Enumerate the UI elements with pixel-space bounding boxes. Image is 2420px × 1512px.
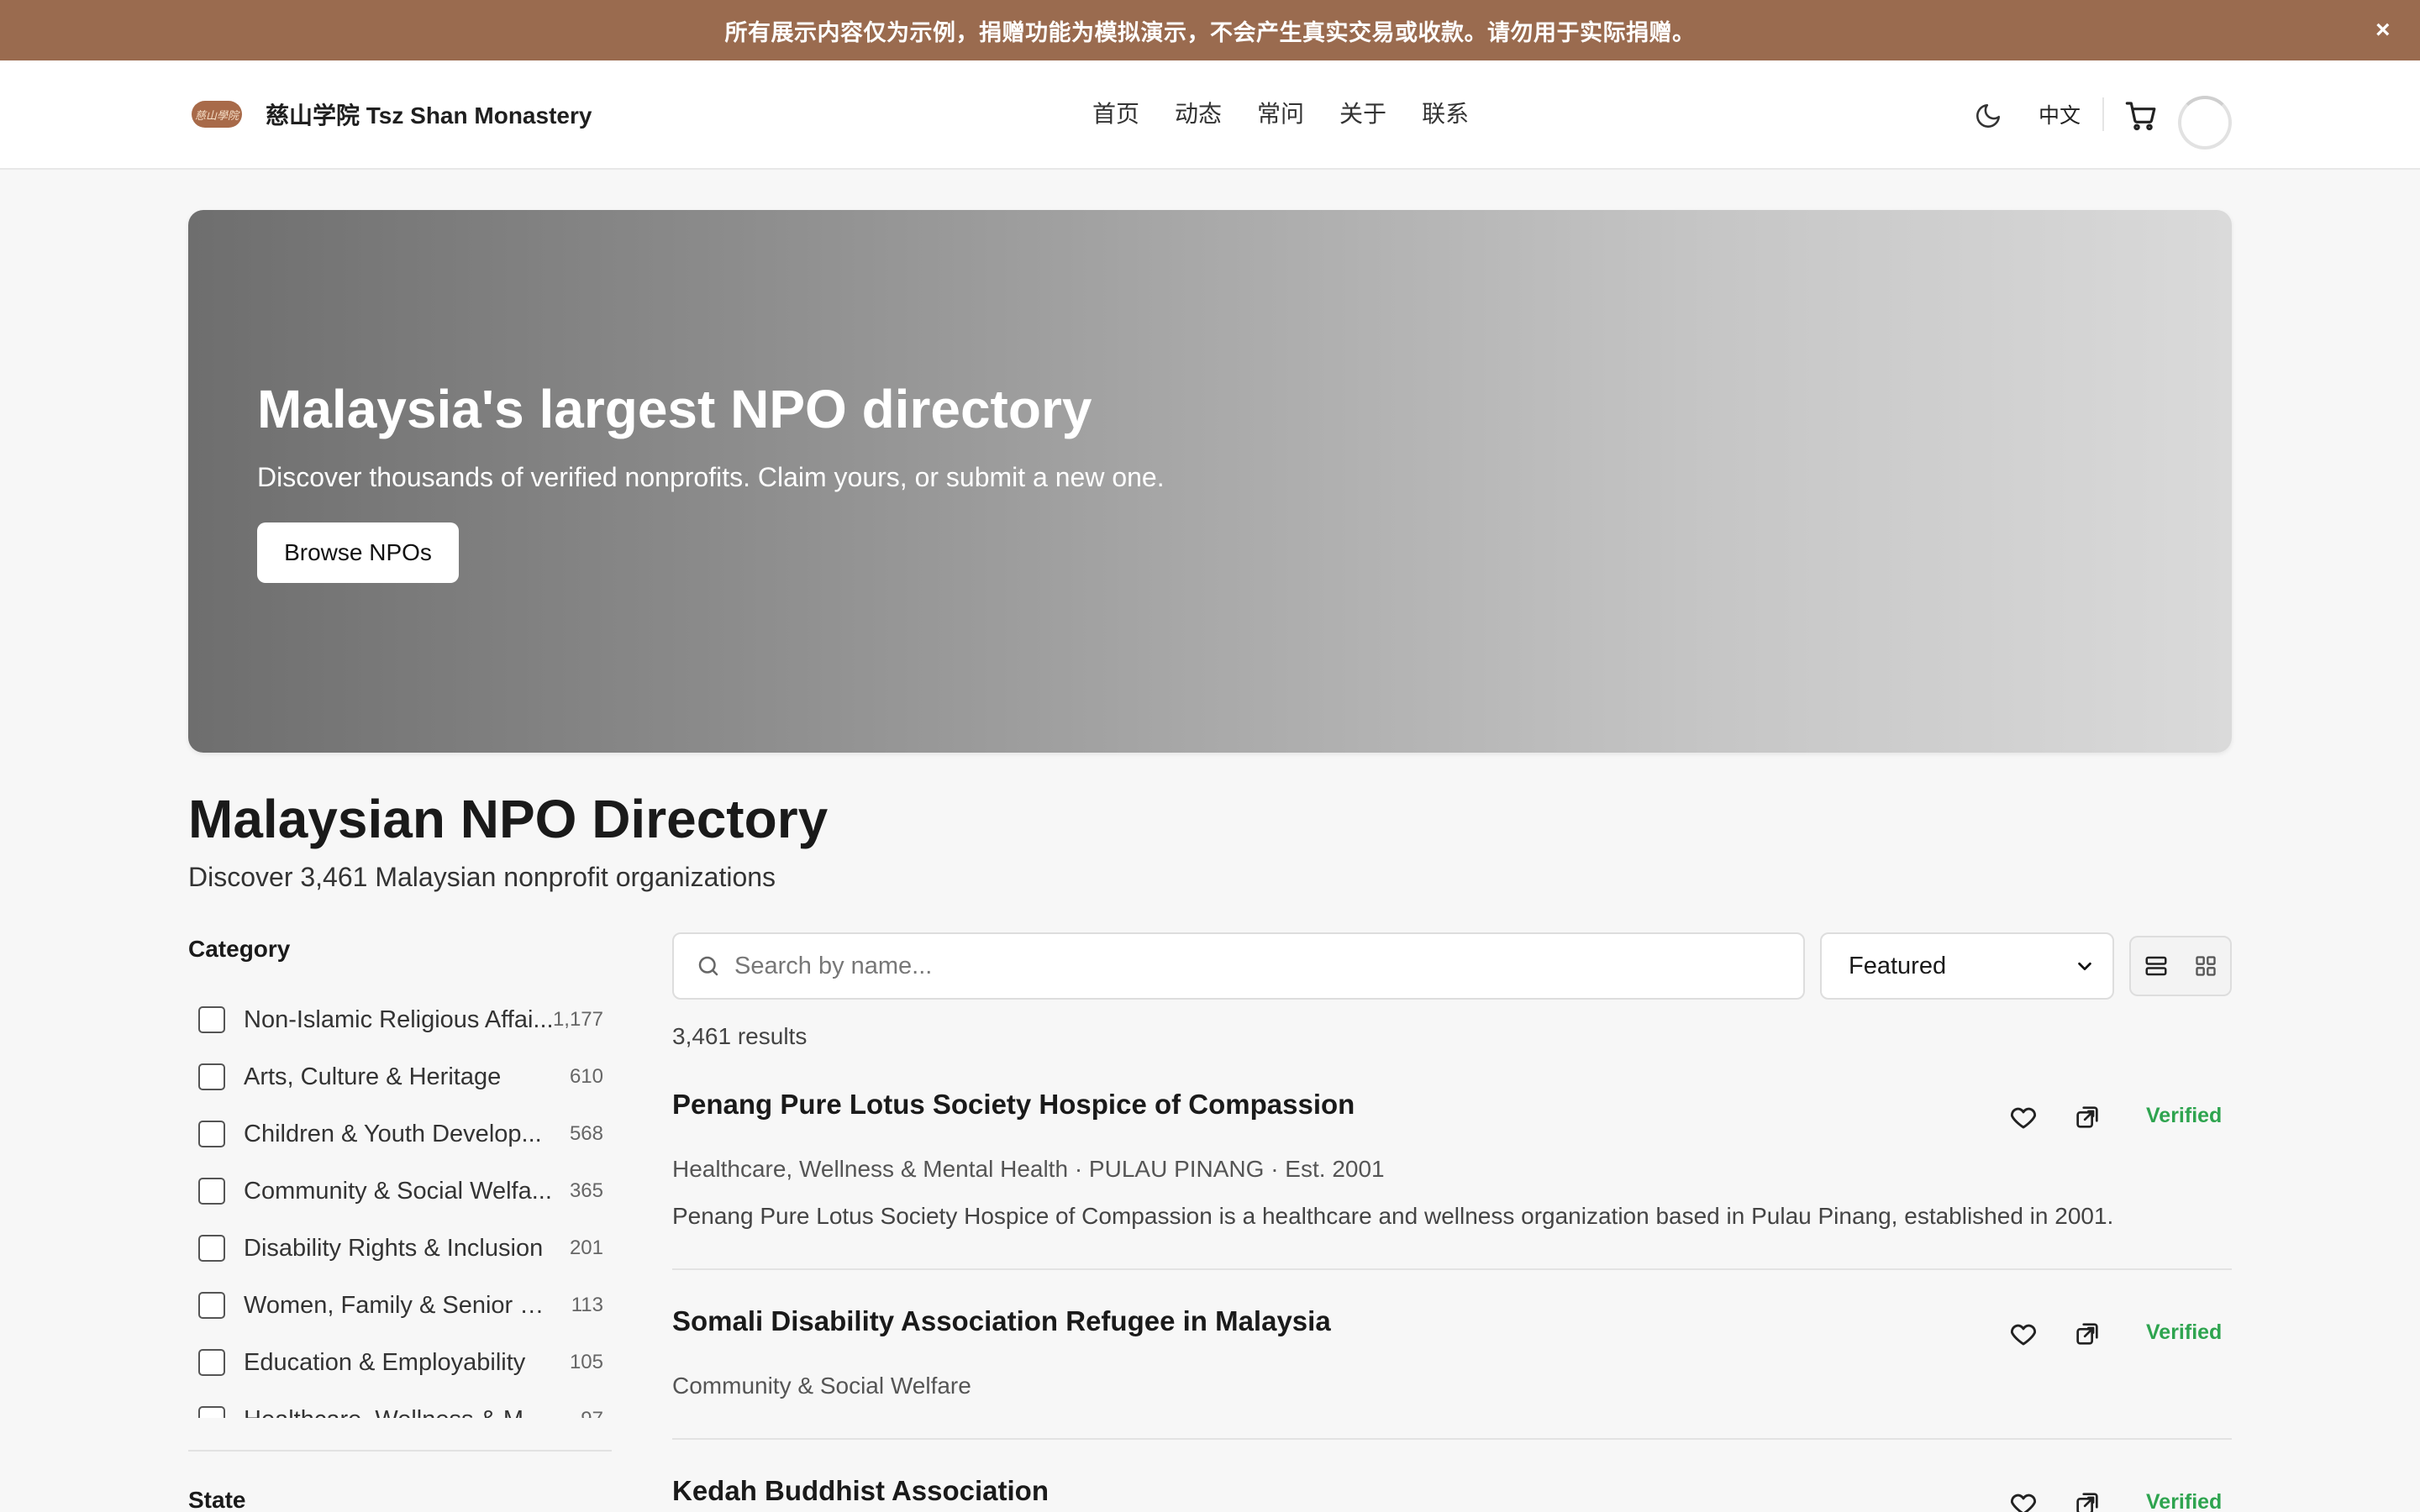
category-label: Healthcare, Wellness & Men...: [244, 1406, 555, 1419]
npo-listing: Somali Disability Association Refugee in…: [672, 1305, 2232, 1415]
category-item[interactable]: Non-Islamic Religious Affai... 1,177: [188, 991, 612, 1048]
category-filter-title: Category: [188, 936, 291, 962]
listing-divider: [672, 1438, 2232, 1440]
heart-icon[interactable]: [2005, 1485, 2042, 1512]
category-checkbox[interactable]: [198, 1006, 225, 1033]
nav-item-news[interactable]: 动态: [1175, 96, 1222, 129]
category-item[interactable]: Healthcare, Wellness & Men... 97: [188, 1391, 612, 1418]
banner-text: 所有展示内容仅为示例，捐赠功能为模拟演示，不会产生真实交易或收款。请勿用于实际捐…: [724, 19, 1696, 45]
chevron-down-icon: [2078, 962, 2091, 971]
hero-subtitle: Discover thousands of verified nonprofit…: [257, 462, 1165, 492]
list-view-icon[interactable]: [2139, 949, 2173, 983]
sidebar-divider: [188, 1450, 612, 1452]
npo-meta: Community & Social Welfare: [672, 1373, 971, 1399]
main-nav: 首页 动态 常问 关于 联系: [1092, 96, 1469, 129]
verified-badge: Verified: [2146, 1104, 2223, 1127]
npo-name[interactable]: Penang Pure Lotus Society Hospice of Com…: [672, 1089, 1355, 1121]
verified-badge: Verified: [2146, 1320, 2223, 1344]
logo[interactable]: 慈山學院: [192, 101, 242, 128]
nav-item-faq[interactable]: 常问: [1257, 96, 1304, 129]
cart-icon[interactable]: [2123, 97, 2160, 134]
sort-select[interactable]: Featured: [1820, 932, 2114, 1000]
npo-name[interactable]: Somali Disability Association Refugee in…: [672, 1305, 1331, 1337]
category-checkbox[interactable]: [198, 1406, 225, 1418]
category-count: 113: [571, 1294, 603, 1316]
page-subtitle: Discover 3,461 Malaysian nonprofit organ…: [188, 862, 776, 892]
npo-meta: Healthcare, Wellness & Mental Health · P…: [672, 1156, 1385, 1182]
grid-view-icon[interactable]: [2189, 949, 2223, 983]
category-checkbox[interactable]: [198, 1235, 225, 1262]
category-checkbox[interactable]: [198, 1349, 225, 1376]
close-icon[interactable]: ×: [2368, 15, 2398, 45]
category-label: Women, Family & Senior Cit...: [244, 1291, 555, 1319]
heart-icon[interactable]: [2005, 1099, 2042, 1136]
brand-name[interactable]: 慈山学院 Tsz Shan Monastery: [266, 97, 592, 131]
search-input[interactable]: [734, 952, 1743, 980]
category-item[interactable]: Disability Rights & Inclusion 201: [188, 1220, 612, 1277]
category-item[interactable]: Women, Family & Senior Cit... 113: [188, 1277, 612, 1334]
language-switcher[interactable]: 中文: [2039, 99, 2081, 129]
category-checkbox[interactable]: [198, 1063, 225, 1090]
category-label: Children & Youth Develop...: [244, 1120, 542, 1147]
state-filter-title: State: [188, 1487, 246, 1512]
category-filter-list[interactable]: Non-Islamic Religious Affai... 1,177 Art…: [188, 991, 612, 1418]
category-label: Arts, Culture & Heritage: [244, 1063, 502, 1090]
verified-badge: Verified: [2146, 1490, 2223, 1512]
category-item[interactable]: Children & Youth Develop... 568: [188, 1105, 612, 1163]
hero-title: Malaysia's largest NPO directory: [257, 379, 1092, 439]
announcement-banner: 所有展示内容仅为示例，捐赠功能为模拟演示，不会产生真实交易或收款。请勿用于实际捐…: [0, 0, 2420, 60]
heart-icon[interactable]: [2005, 1315, 2042, 1352]
view-toggle: [2129, 936, 2232, 996]
header-divider: [2102, 97, 2104, 131]
category-count: 610: [569, 1065, 603, 1088]
moon-icon[interactable]: [1971, 99, 2005, 133]
category-checkbox[interactable]: [198, 1121, 225, 1147]
category-count: 568: [569, 1122, 603, 1145]
nav-item-contact[interactable]: 联系: [1422, 96, 1469, 129]
search-icon: [696, 953, 721, 979]
category-label: Non-Islamic Religious Affai...: [244, 1005, 554, 1033]
category-item[interactable]: Education & Employability 105: [188, 1334, 612, 1391]
npo-description: Penang Pure Lotus Society Hospice of Com…: [672, 1203, 2114, 1229]
category-count: 1,177: [552, 1008, 603, 1031]
share-icon[interactable]: [2069, 1099, 2106, 1136]
category-label: Disability Rights & Inclusion: [244, 1234, 544, 1262]
npo-listing: Kedah Buddhist Association Verified: [672, 1475, 2232, 1512]
category-count: 97: [581, 1408, 603, 1418]
category-count: 201: [569, 1236, 603, 1259]
page-title: Malaysian NPO Directory: [188, 789, 829, 849]
npo-listing: Penang Pure Lotus Society Hospice of Com…: [672, 1089, 2232, 1257]
category-label: Education & Employability: [244, 1348, 526, 1376]
category-label: Community & Social Welfa...: [244, 1177, 552, 1205]
category-checkbox[interactable]: [198, 1292, 225, 1319]
category-count: 365: [569, 1179, 603, 1202]
category-item[interactable]: Arts, Culture & Heritage 610: [188, 1048, 612, 1105]
sort-selected-value: Featured: [1849, 952, 1947, 979]
category-checkbox[interactable]: [198, 1178, 225, 1205]
category-item[interactable]: Community & Social Welfa... 365: [188, 1163, 612, 1220]
share-icon[interactable]: [2069, 1485, 2106, 1512]
share-icon[interactable]: [2069, 1315, 2106, 1352]
results-count: 3,461 results: [672, 1023, 808, 1049]
nav-item-about[interactable]: 关于: [1339, 96, 1386, 129]
site-header: 慈山學院 慈山学院 Tsz Shan Monastery 首页 动态 常问 关于…: [0, 60, 2420, 170]
category-count: 105: [569, 1351, 603, 1373]
hero-banner: Malaysia's largest NPO directory Discove…: [188, 210, 2232, 753]
npo-name[interactable]: Kedah Buddhist Association: [672, 1475, 1049, 1507]
nav-item-home[interactable]: 首页: [1092, 96, 1139, 129]
browse-npos-button[interactable]: Browse NPOs: [257, 522, 459, 583]
search-box[interactable]: [672, 932, 1805, 1000]
loading-spinner: [2178, 96, 2232, 150]
listing-divider: [672, 1268, 2232, 1270]
